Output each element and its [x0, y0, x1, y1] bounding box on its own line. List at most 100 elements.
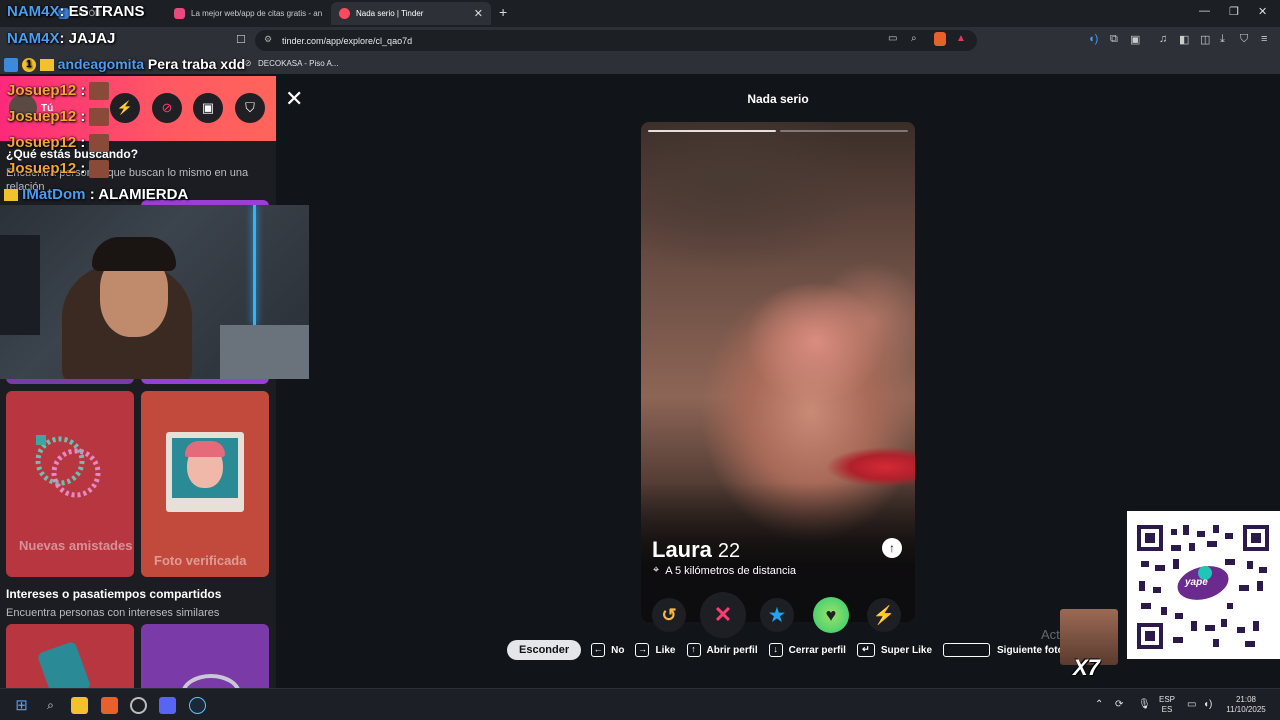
photo-progress-segment: [648, 130, 776, 132]
discord-icon[interactable]: [159, 697, 176, 714]
explore-button[interactable]: ⊘: [152, 93, 182, 123]
brave-browser-icon[interactable]: [101, 697, 118, 714]
zoom-icon[interactable]: ⌕: [911, 33, 917, 44]
close-icon[interactable]: ✕: [285, 88, 307, 110]
extensions-icon[interactable]: ⧉: [1110, 33, 1118, 46]
clock-date: 11/10/2025: [1226, 705, 1266, 714]
microphone-icon[interactable]: 🎙: [1138, 699, 1151, 710]
multiplier-label: X7: [1073, 655, 1100, 680]
emote-icon: [89, 108, 110, 127]
clock[interactable]: 21:08 11/10/2025: [1222, 695, 1270, 715]
shortcut-label: Cerrar perfil: [788, 644, 846, 656]
wallet-icon[interactable]: ▣: [1130, 33, 1140, 46]
tinder-flame-icon: [339, 8, 350, 19]
bookmark-icon[interactable]: ☐: [236, 33, 246, 46]
bolt-icon: ⚡: [872, 604, 896, 625]
shortcut-open: ↑ Abrir perfil: [686, 643, 758, 657]
chat-text: :: [80, 160, 86, 177]
cast-icon[interactable]: ▭: [888, 33, 897, 44]
url-bar[interactable]: ⚙ tinder.com/app/explore/cl_qao7d ▭ ⌕ ▲: [255, 30, 977, 51]
chat-message: Josuep12 :: [7, 134, 110, 153]
tab-tinder[interactable]: Nada serio | Tinder ✕: [331, 2, 491, 25]
wallet-2-icon[interactable]: ◫: [1200, 33, 1210, 46]
restore-icon[interactable]: ❐: [1229, 5, 1239, 18]
close-tab-icon[interactable]: ✕: [474, 7, 483, 20]
menu-icon[interactable]: ≡: [1261, 33, 1267, 45]
interest-card[interactable]: [6, 624, 134, 688]
crown-icon: [4, 189, 18, 202]
speaker-icon[interactable]: ◖): [1088, 33, 1098, 45]
interest-card[interactable]: [141, 624, 269, 688]
network-icon[interactable]: ▭: [1187, 699, 1196, 710]
nope-button[interactable]: ✕: [700, 592, 746, 638]
open-profile-button[interactable]: ↑: [882, 538, 902, 558]
clock-time: 21:08: [1235, 695, 1257, 704]
chat-text: : ES TRANS: [59, 3, 145, 20]
webcam-feed: [0, 205, 309, 379]
shortcut-label: Like: [655, 644, 676, 656]
heart-icon: ♥: [825, 604, 837, 625]
chat-username: Josuep12: [7, 160, 77, 177]
chat-text: :: [80, 134, 86, 151]
like-button[interactable]: ♥: [813, 597, 849, 633]
profile-distance: ⌖ A 5 kilómetros de distancia: [653, 564, 796, 577]
new-tab-button[interactable]: +: [499, 4, 507, 20]
chat-text: Pera traba xdd: [147, 56, 246, 72]
badge-number: 1: [21, 58, 36, 73]
tab-citas[interactable]: La mejor web/app de citas gratis - an: [166, 2, 324, 25]
media-icon[interactable]: ♫: [1159, 33, 1167, 45]
windows-start-icon[interactable]: ⊞: [13, 697, 30, 714]
brave-shield-icon[interactable]: [934, 32, 946, 46]
search-icon[interactable]: ⌕: [42, 697, 59, 714]
browser-tab-bar: UNIÓN La mejor web/app de citas gratis -…: [0, 0, 1280, 27]
shortcut-no: ← No: [591, 643, 624, 657]
safety-button[interactable]: ⛉: [235, 93, 265, 123]
space-key-icon: [943, 643, 991, 657]
hide-shortcuts-button[interactable]: Esconder: [507, 640, 582, 660]
sync-icon[interactable]: ⟳: [1115, 699, 1123, 710]
tray-chevron-icon[interactable]: ⌃: [1095, 699, 1103, 710]
obs-icon[interactable]: [130, 697, 147, 714]
chat-username: NAM4X: [7, 3, 60, 20]
volume-icon[interactable]: ◖): [1203, 699, 1212, 710]
shortcut-label: Abrir perfil: [706, 644, 758, 656]
arrow-left-key-icon: ←: [591, 643, 606, 657]
steam-icon[interactable]: [189, 697, 206, 714]
download-icon[interactable]: ⤓: [1220, 33, 1225, 46]
card-foto-verificada[interactable]: Foto verificada: [141, 391, 269, 577]
chat-message: Josuep12 :: [7, 108, 110, 127]
profile-name: Laura 22: [652, 537, 740, 563]
vpn-icon[interactable]: ⛉: [1240, 33, 1248, 46]
bookmark-decokasa[interactable]: DECOKASA - Piso A...: [258, 59, 338, 68]
arrow-up-icon: ↑: [889, 541, 895, 555]
file-explorer-icon[interactable]: [71, 697, 88, 714]
sidebar-icon[interactable]: ◧: [1179, 33, 1189, 46]
profile-age: 22: [717, 540, 741, 562]
badge-icon: [4, 58, 18, 73]
rewards-icon[interactable]: ▲: [956, 33, 966, 44]
chat-username: Josuep12: [7, 82, 77, 99]
rewind-button[interactable]: ↺: [652, 598, 686, 632]
language-indicator[interactable]: ESP ES: [1159, 695, 1175, 715]
crown-icon: [39, 59, 54, 72]
minimize-icon[interactable]: —: [1199, 5, 1210, 17]
boost-button[interactable]: ⚡: [110, 93, 140, 123]
card-nuevas-amistades[interactable]: Nuevas amistades: [6, 391, 134, 577]
shortcut-next: Siguiente foto: [943, 643, 1064, 657]
profile-card[interactable]: Laura 22 ⌖ A 5 kilómetros de distancia ↑: [641, 122, 915, 622]
site-info-icon[interactable]: ⚙: [264, 34, 272, 45]
work-button[interactable]: ▣: [193, 93, 223, 123]
address-row: ☐ ⚙ tinder.com/app/explore/cl_qao7d ▭ ⌕ …: [0, 27, 1280, 53]
arrow-down-key-icon: ↓: [768, 643, 783, 657]
close-window-icon[interactable]: ✕: [1258, 5, 1267, 18]
distance-text: A 5 kilómetros de distancia: [665, 564, 797, 577]
boost-button[interactable]: ⚡: [867, 598, 901, 632]
star-icon: ★: [768, 604, 786, 625]
chat-username: Josuep12: [7, 108, 77, 125]
arrow-right-key-icon: →: [635, 643, 650, 657]
shield-icon: ⛉: [245, 100, 255, 115]
card-label: Foto verificada: [154, 553, 247, 568]
emote-icon: [89, 82, 110, 101]
superlike-button[interactable]: ★: [760, 598, 794, 632]
shortcut-superlike: ↵ Super Like: [856, 643, 932, 657]
